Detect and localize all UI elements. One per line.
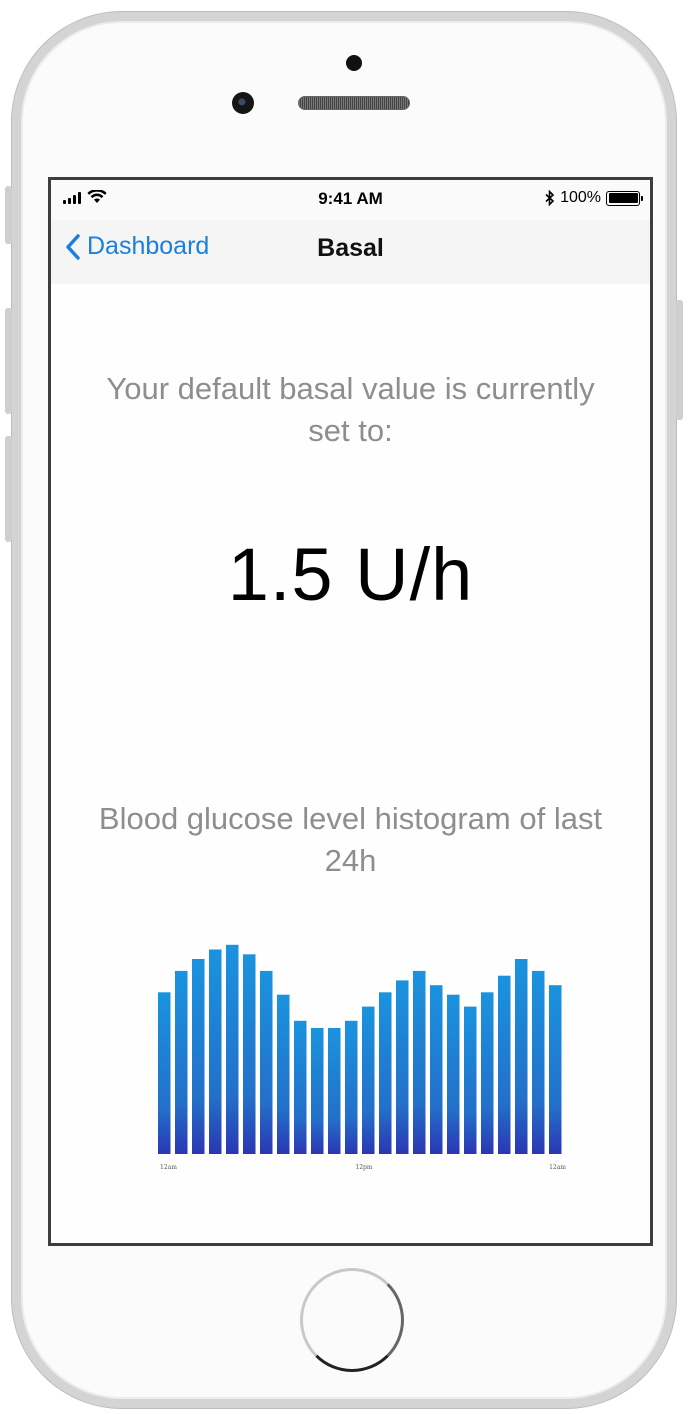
histogram-bar: [481, 992, 494, 1154]
home-button[interactable]: [300, 1268, 404, 1372]
histogram-bar: [532, 970, 545, 1154]
histogram-bar: [396, 980, 409, 1154]
histogram-bar: [209, 949, 222, 1154]
histogram-bar: [464, 1006, 477, 1154]
histogram-tick-label: 12pm: [355, 1164, 372, 1171]
power-button: [676, 300, 683, 420]
histogram-bar: [158, 992, 171, 1154]
histogram-bar: [430, 985, 443, 1154]
front-camera: [232, 92, 254, 114]
proximity-sensor: [346, 55, 362, 71]
histogram-bar: [498, 975, 511, 1154]
histogram-bar: [549, 985, 562, 1154]
histogram-bar: [277, 994, 290, 1154]
histogram-bar: [345, 1020, 358, 1154]
phone-screen: 9:41 AM 100% Dashboard Basal Your defaul…: [48, 177, 653, 1246]
histogram-bar: [243, 954, 256, 1154]
histogram-bar: [311, 1028, 324, 1154]
histogram-bar: [226, 944, 239, 1154]
mute-switch: [5, 186, 12, 244]
histogram-bar: [379, 992, 392, 1154]
histogram-bar: [192, 959, 205, 1154]
histogram-tick-label: 12am: [160, 1164, 177, 1171]
histogram-bar: [328, 1028, 341, 1154]
volume-up-button: [5, 308, 12, 414]
histogram-bar: [294, 1020, 307, 1154]
earpiece-speaker: [298, 96, 410, 110]
glucose-histogram-chart: 12am 12pm 12am: [158, 944, 566, 1171]
histogram-bar: [260, 970, 273, 1154]
histogram-bar: [175, 970, 188, 1154]
volume-down-button: [5, 436, 12, 542]
histogram-bar: [515, 959, 528, 1154]
histogram-bar: [362, 1006, 375, 1154]
histogram-bar: [447, 994, 460, 1154]
histogram-tick-label: 12am: [549, 1164, 566, 1171]
histogram-bar: [413, 970, 426, 1154]
